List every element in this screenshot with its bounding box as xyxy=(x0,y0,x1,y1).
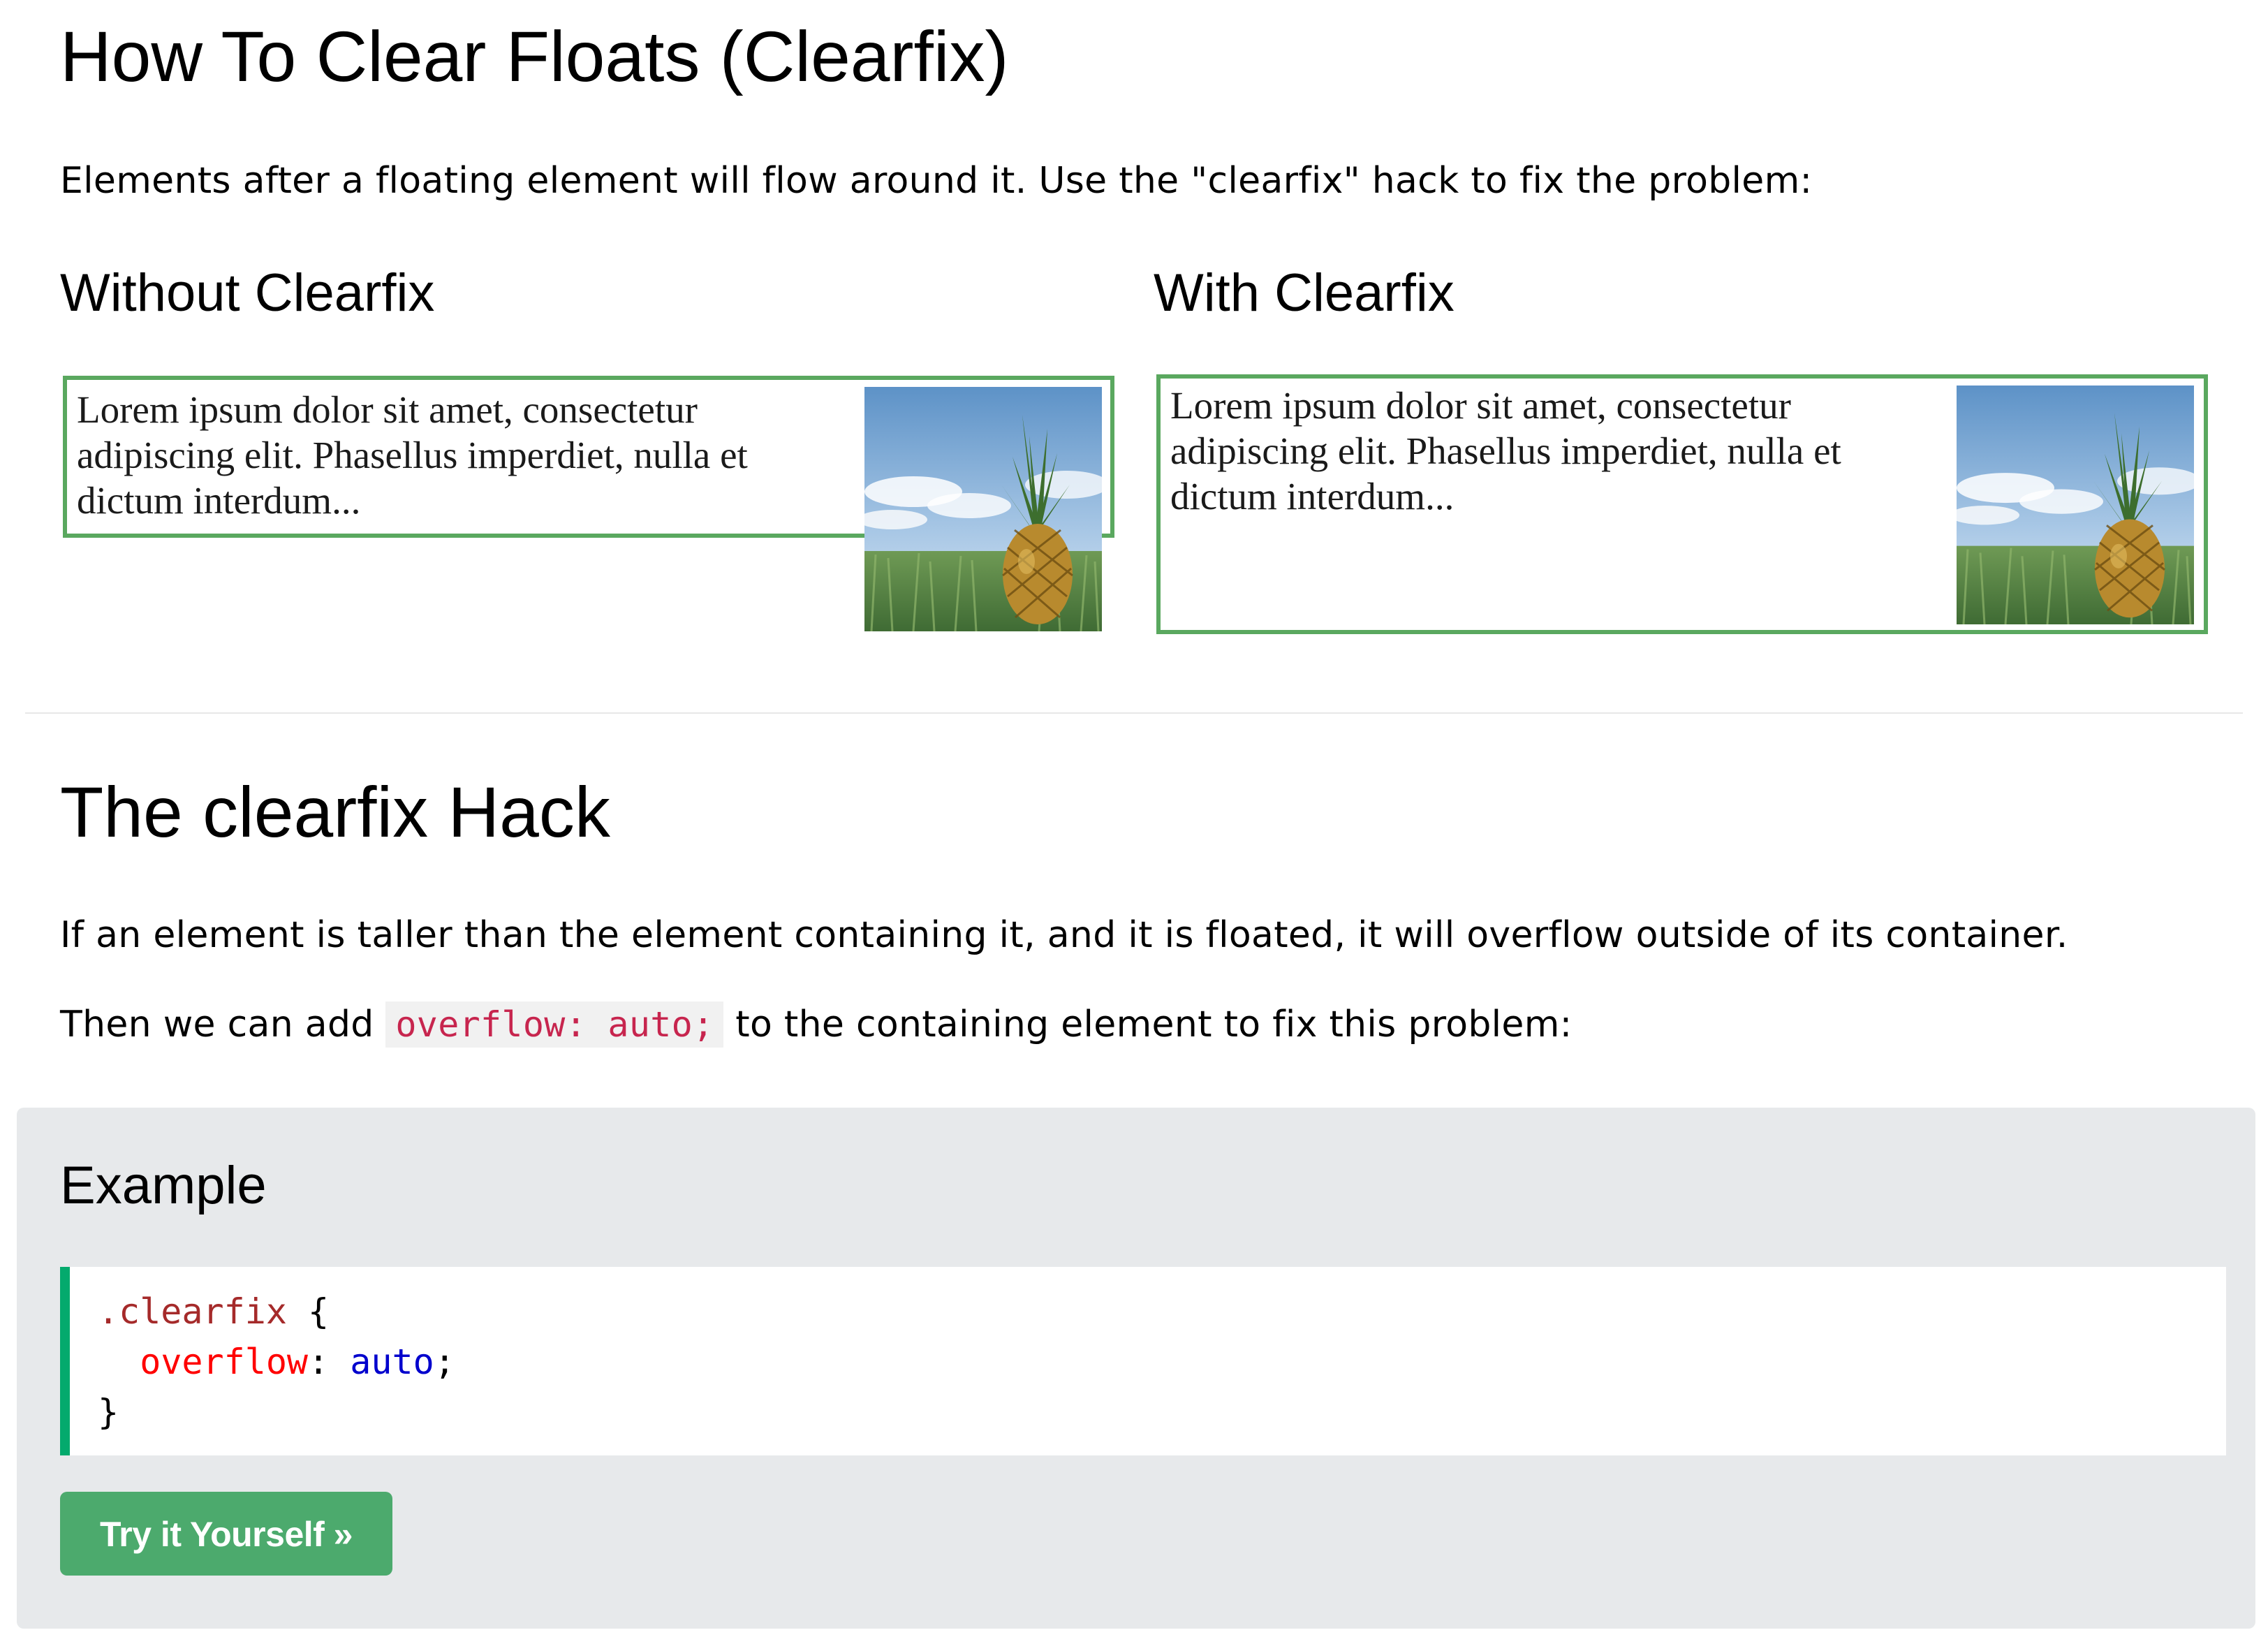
code-colon: : xyxy=(308,1342,351,1382)
code-block: .clearfix { overflow: auto; } xyxy=(60,1267,2226,1455)
para2-before: Then we can add xyxy=(60,1004,386,1045)
demo-heading-with: With Clearfix xyxy=(1154,263,1455,323)
pineapple-icon xyxy=(1957,386,2194,624)
code-value: auto xyxy=(350,1342,434,1382)
hack-paragraph-2: Then we can add overflow: auto; to the c… xyxy=(60,1001,1573,1048)
demo-line: dictum interdum... xyxy=(1170,475,1455,518)
code-property: overflow xyxy=(140,1342,309,1382)
page: How To Clear Floats (Clearfix) Elements … xyxy=(0,0,2268,1644)
page-title: How To Clear Floats (Clearfix) xyxy=(60,17,1009,96)
demo-line: Lorem ipsum dolor sit amet, consectetur xyxy=(1170,384,1791,427)
demo-text-with: Lorem ipsum dolor sit amet, consectetur … xyxy=(1170,383,1841,519)
code-selector: .clearfix xyxy=(98,1291,287,1332)
demo-line: adipiscing elit. Phasellus imperdiet, nu… xyxy=(1170,430,1841,472)
section-divider xyxy=(25,712,2243,714)
pineapple-image-with xyxy=(1957,386,2194,624)
code-open-brace: { xyxy=(286,1291,330,1332)
pineapple-icon xyxy=(864,387,1102,631)
pineapple-image-without xyxy=(864,387,1102,631)
example-panel: Example .clearfix { overflow: auto; } Tr… xyxy=(17,1108,2255,1629)
demo-line: dictum interdum... xyxy=(77,479,361,522)
demo-heading-without: Without Clearfix xyxy=(60,263,435,323)
demo-line: Lorem ipsum dolor sit amet, consectetur xyxy=(77,388,698,431)
example-title: Example xyxy=(60,1156,267,1215)
section-title: The clearfix Hack xyxy=(60,772,610,852)
para2-after: to the containing element to fix this pr… xyxy=(723,1004,1573,1045)
demo-line: adipiscing elit. Phasellus imperdiet, nu… xyxy=(77,434,748,476)
inline-code: overflow: auto; xyxy=(385,1001,724,1048)
code-close-brace: } xyxy=(98,1392,119,1432)
hack-paragraph-1: If an element is taller than the element… xyxy=(60,914,2068,956)
demo-box-with: Lorem ipsum dolor sit amet, consectetur … xyxy=(1156,374,2208,634)
demo-text-without: Lorem ipsum dolor sit amet, consectetur … xyxy=(77,387,748,523)
intro-text: Elements after a floating element will f… xyxy=(60,160,1813,202)
code-semicolon: ; xyxy=(434,1342,455,1382)
try-it-yourself-button[interactable]: Try it Yourself » xyxy=(60,1492,392,1576)
